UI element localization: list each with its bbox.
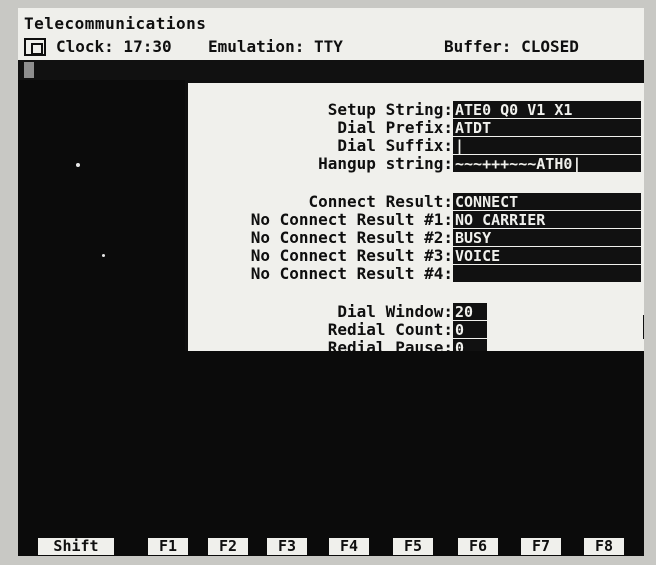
dial-window-label: Dial Window: (337, 302, 453, 321)
hangup-string-field[interactable]: ~~~+++~~~ATH0| (453, 155, 641, 172)
connect-result-label: Connect Result: (308, 192, 454, 211)
no-connect-4-row: No Connect Result #4: (188, 265, 644, 283)
no-connect-4-label: No Connect Result #4: (250, 264, 453, 283)
setup-string-field[interactable]: ATE0 Q0 V1 X1 (453, 101, 641, 118)
f3-key[interactable]: F3 (267, 538, 307, 555)
shift-key[interactable]: Shift (38, 538, 114, 555)
redial-count-row: Redial Count: 0 (188, 321, 644, 339)
bracket-handle-icon (643, 315, 644, 339)
modem-settings-dialog: Setup String: ATE0 Q0 V1 X1 Dial Prefix:… (185, 80, 644, 351)
connect-result-field[interactable]: CONNECT (453, 193, 641, 210)
no-connect-4-field[interactable] (453, 265, 641, 282)
dial-suffix-field[interactable]: | (453, 137, 641, 154)
app-title: Telecommunications (24, 14, 207, 33)
f8-key[interactable]: F8 (584, 538, 624, 555)
f6-key[interactable]: F6 (458, 538, 498, 555)
no-connect-2-field[interactable]: BUSY (453, 229, 641, 246)
redial-pause-label: Redial Pause: (327, 338, 453, 352)
terminal-screen: Telecommunications Clock: 17:30 Emulatio… (18, 8, 644, 556)
dial-window-row: Dial Window: 20 (188, 303, 644, 321)
f1-key[interactable]: F1 (148, 538, 188, 555)
no-connect-2-label: No Connect Result #2: (250, 228, 453, 247)
redial-pause-row: Redial Pause: 0 (188, 339, 644, 351)
screen-dust (102, 254, 105, 257)
dial-suffix-row: Dial Suffix: | (188, 137, 644, 155)
redial-count-label: Redial Count: (327, 320, 453, 339)
dial-prefix-label: Dial Prefix: (337, 118, 453, 137)
no-connect-1-field[interactable]: NO CARRIER (453, 211, 641, 228)
no-connect-3-label: No Connect Result #3: (250, 246, 453, 265)
buffer-status: Buffer: CLOSED (444, 37, 579, 56)
no-connect-2-row: No Connect Result #2: BUSY (188, 229, 644, 247)
dial-window-field[interactable]: 20 (453, 303, 487, 320)
redial-pause-field[interactable]: 0 (453, 339, 487, 351)
dial-prefix-row: Dial Prefix: ATDT (188, 119, 644, 137)
screen-dust (76, 163, 80, 167)
no-connect-1-row: No Connect Result #1: NO CARRIER (188, 211, 644, 229)
window-menu-icon[interactable] (24, 38, 46, 56)
clock-status: Clock: 17:30 (56, 37, 172, 56)
text-cursor-icon (24, 62, 34, 78)
f7-key[interactable]: F7 (521, 538, 561, 555)
title-bar: Telecommunications Clock: 17:30 Emulatio… (18, 8, 644, 60)
dial-suffix-label: Dial Suffix: (337, 136, 453, 155)
redial-count-field[interactable]: 0 (453, 321, 487, 338)
setup-string-label: Setup String: (327, 100, 453, 119)
menu-strip (18, 60, 644, 80)
setup-string-row: Setup String: ATE0 Q0 V1 X1 (188, 101, 644, 119)
emulation-status: Emulation: TTY (208, 37, 343, 56)
f4-key[interactable]: F4 (329, 538, 369, 555)
dial-prefix-field[interactable]: ATDT (453, 119, 641, 136)
f2-key[interactable]: F2 (208, 538, 248, 555)
connect-result-row: Connect Result: CONNECT (188, 193, 644, 211)
no-connect-1-label: No Connect Result #1: (250, 210, 453, 229)
no-connect-3-row: No Connect Result #3: VOICE (188, 247, 644, 265)
function-key-bar: Shift F1 F2 F3 F4 F5 F6 F7 F8 (18, 535, 644, 556)
hangup-string-row: Hangup string: ~~~+++~~~ATH0| (188, 155, 644, 173)
f5-key[interactable]: F5 (393, 538, 433, 555)
no-connect-3-field[interactable]: VOICE (453, 247, 641, 264)
hangup-string-label: Hangup string: (318, 154, 453, 173)
